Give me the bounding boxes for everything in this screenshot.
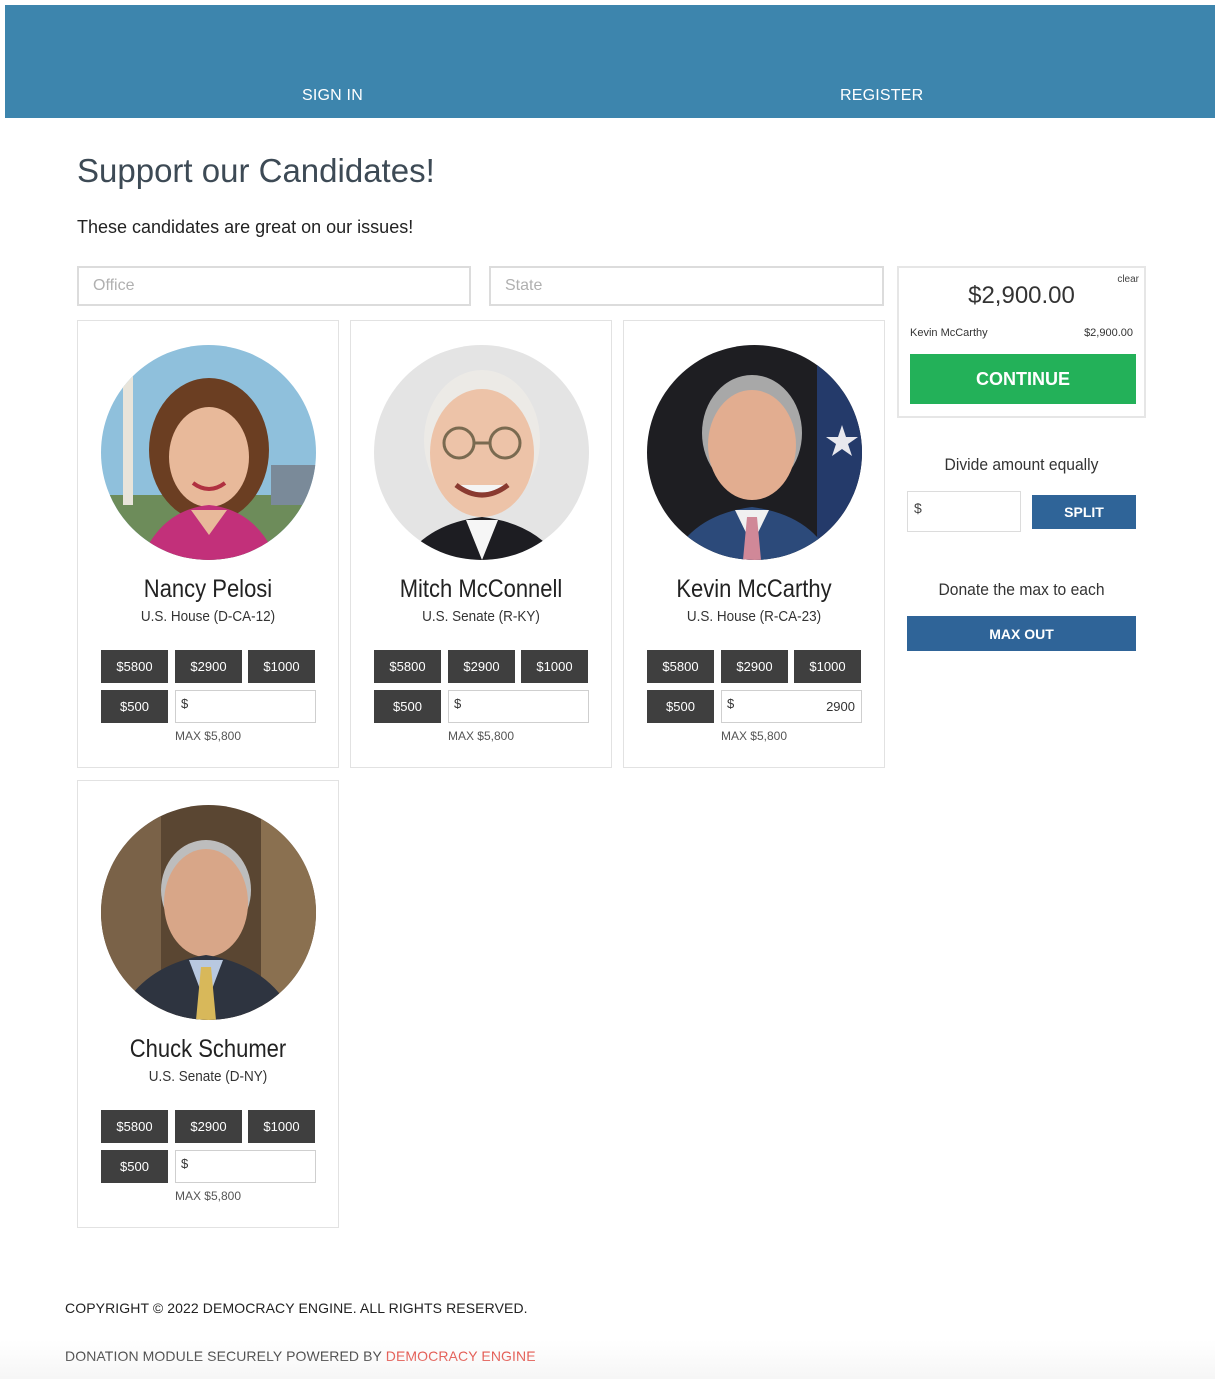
dollar-sign: $ [727, 696, 735, 711]
copyright-text: COPYRIGHT © 2022 DEMOCRACY ENGINE. ALL R… [65, 1300, 528, 1316]
candidate-photo [101, 805, 316, 1020]
candidate-card: Chuck Schumer U.S. Senate (D-NY) $5800 $… [77, 780, 339, 1228]
summary-line-amount: $2,900.00 [1084, 327, 1133, 339]
candidate-name: Kevin McCarthy [676, 575, 832, 603]
candidate-portrait-image [101, 805, 316, 1020]
max-contribution-note: MAX $5,800 [720, 729, 788, 743]
custom-amount-input[interactable] [736, 691, 860, 722]
candidate-photo [647, 345, 862, 560]
dollar-sign: $ [454, 696, 462, 711]
amount-1000-button[interactable]: $1000 [521, 650, 588, 683]
max-contribution-note: MAX $5,800 [447, 729, 515, 743]
custom-amount-input[interactable] [463, 691, 587, 722]
candidate-portrait-image [647, 345, 862, 560]
state-filter-input[interactable] [489, 266, 884, 306]
candidate-office: U.S. Senate (D-NY) [148, 1068, 268, 1085]
amount-500-button[interactable]: $500 [101, 1150, 168, 1183]
amount-2900-button[interactable]: $2900 [175, 1110, 242, 1143]
powered-by-prefix: DONATION MODULE SECURELY POWERED BY [65, 1348, 386, 1364]
amount-1000-button[interactable]: $1000 [248, 1110, 315, 1143]
amount-1000-button[interactable]: $1000 [248, 650, 315, 683]
amount-500-button[interactable]: $500 [374, 690, 441, 723]
page-title: Support our Candidates! [77, 152, 435, 189]
candidate-card: Mitch McConnell U.S. Senate (R-KY) $5800… [350, 320, 612, 768]
amount-1000-button[interactable]: $1000 [794, 650, 861, 683]
amount-2900-button[interactable]: $2900 [721, 650, 788, 683]
dollar-sign: $ [181, 1156, 189, 1171]
continue-button[interactable]: CONTINUE [910, 354, 1136, 404]
amount-500-button[interactable]: $500 [647, 690, 714, 723]
amount-5800-button[interactable]: $5800 [101, 1110, 168, 1143]
custom-amount-input[interactable] [190, 1151, 314, 1182]
custom-amount-input[interactable] [190, 691, 314, 722]
custom-amount-field: $ [175, 1150, 316, 1183]
candidate-name: Nancy Pelosi [143, 575, 273, 603]
custom-amount-field: $ [448, 690, 589, 723]
dollar-sign: $ [181, 696, 189, 711]
office-filter-input[interactable] [77, 266, 471, 306]
page-subtitle: These candidates are great on our issues… [77, 217, 414, 237]
custom-amount-field: $ [175, 690, 316, 723]
amount-5800-button[interactable]: $5800 [374, 650, 441, 683]
split-amount-input[interactable] [926, 492, 1018, 531]
divide-amount-label: Divide amount equally [944, 455, 1099, 474]
custom-amount-field: $ [721, 690, 862, 723]
split-button[interactable]: SPLIT [1032, 495, 1136, 529]
candidate-office: U.S. House (D-CA-12) [140, 608, 276, 625]
donate-max-label: Donate the max to each [938, 580, 1105, 599]
amount-2900-button[interactable]: $2900 [448, 650, 515, 683]
top-navigation-bar: SIGN IN REGISTER [5, 5, 1215, 118]
donation-total: $2,900.00 [968, 282, 1075, 309]
split-amount-field: $ [907, 491, 1021, 532]
democracy-engine-link[interactable]: DEMOCRACY ENGINE [386, 1348, 536, 1364]
candidate-card: Kevin McCarthy U.S. House (R-CA-23) $580… [623, 320, 885, 768]
candidate-photo [101, 345, 316, 560]
candidate-photo [374, 345, 589, 560]
max-contribution-note: MAX $5,800 [174, 1189, 242, 1203]
candidate-office: U.S. House (R-CA-23) [686, 608, 822, 625]
candidate-card: Nancy Pelosi U.S. House (D-CA-12) $5800 … [77, 320, 339, 768]
amount-2900-button[interactable]: $2900 [175, 650, 242, 683]
candidate-portrait-image [101, 345, 316, 560]
amount-5800-button[interactable]: $5800 [647, 650, 714, 683]
powered-by-text: DONATION MODULE SECURELY POWERED BY DEMO… [65, 1348, 536, 1364]
amount-5800-button[interactable]: $5800 [101, 650, 168, 683]
sign-in-link[interactable]: SIGN IN [302, 87, 363, 105]
candidate-office: U.S. Senate (R-KY) [422, 608, 540, 625]
candidate-name: Mitch McConnell [399, 575, 563, 603]
donation-summary-box: clear $2,900.00 Kevin McCarthy $2,900.00… [897, 266, 1146, 418]
amount-500-button[interactable]: $500 [101, 690, 168, 723]
candidate-portrait-image [374, 345, 589, 560]
register-link[interactable]: REGISTER [840, 87, 923, 105]
candidate-name: Chuck Schumer [129, 1035, 287, 1063]
summary-line-candidate: Kevin McCarthy [910, 327, 988, 339]
dollar-sign: $ [914, 500, 922, 516]
max-contribution-note: MAX $5,800 [174, 729, 242, 743]
max-out-button[interactable]: MAX OUT [907, 616, 1136, 651]
